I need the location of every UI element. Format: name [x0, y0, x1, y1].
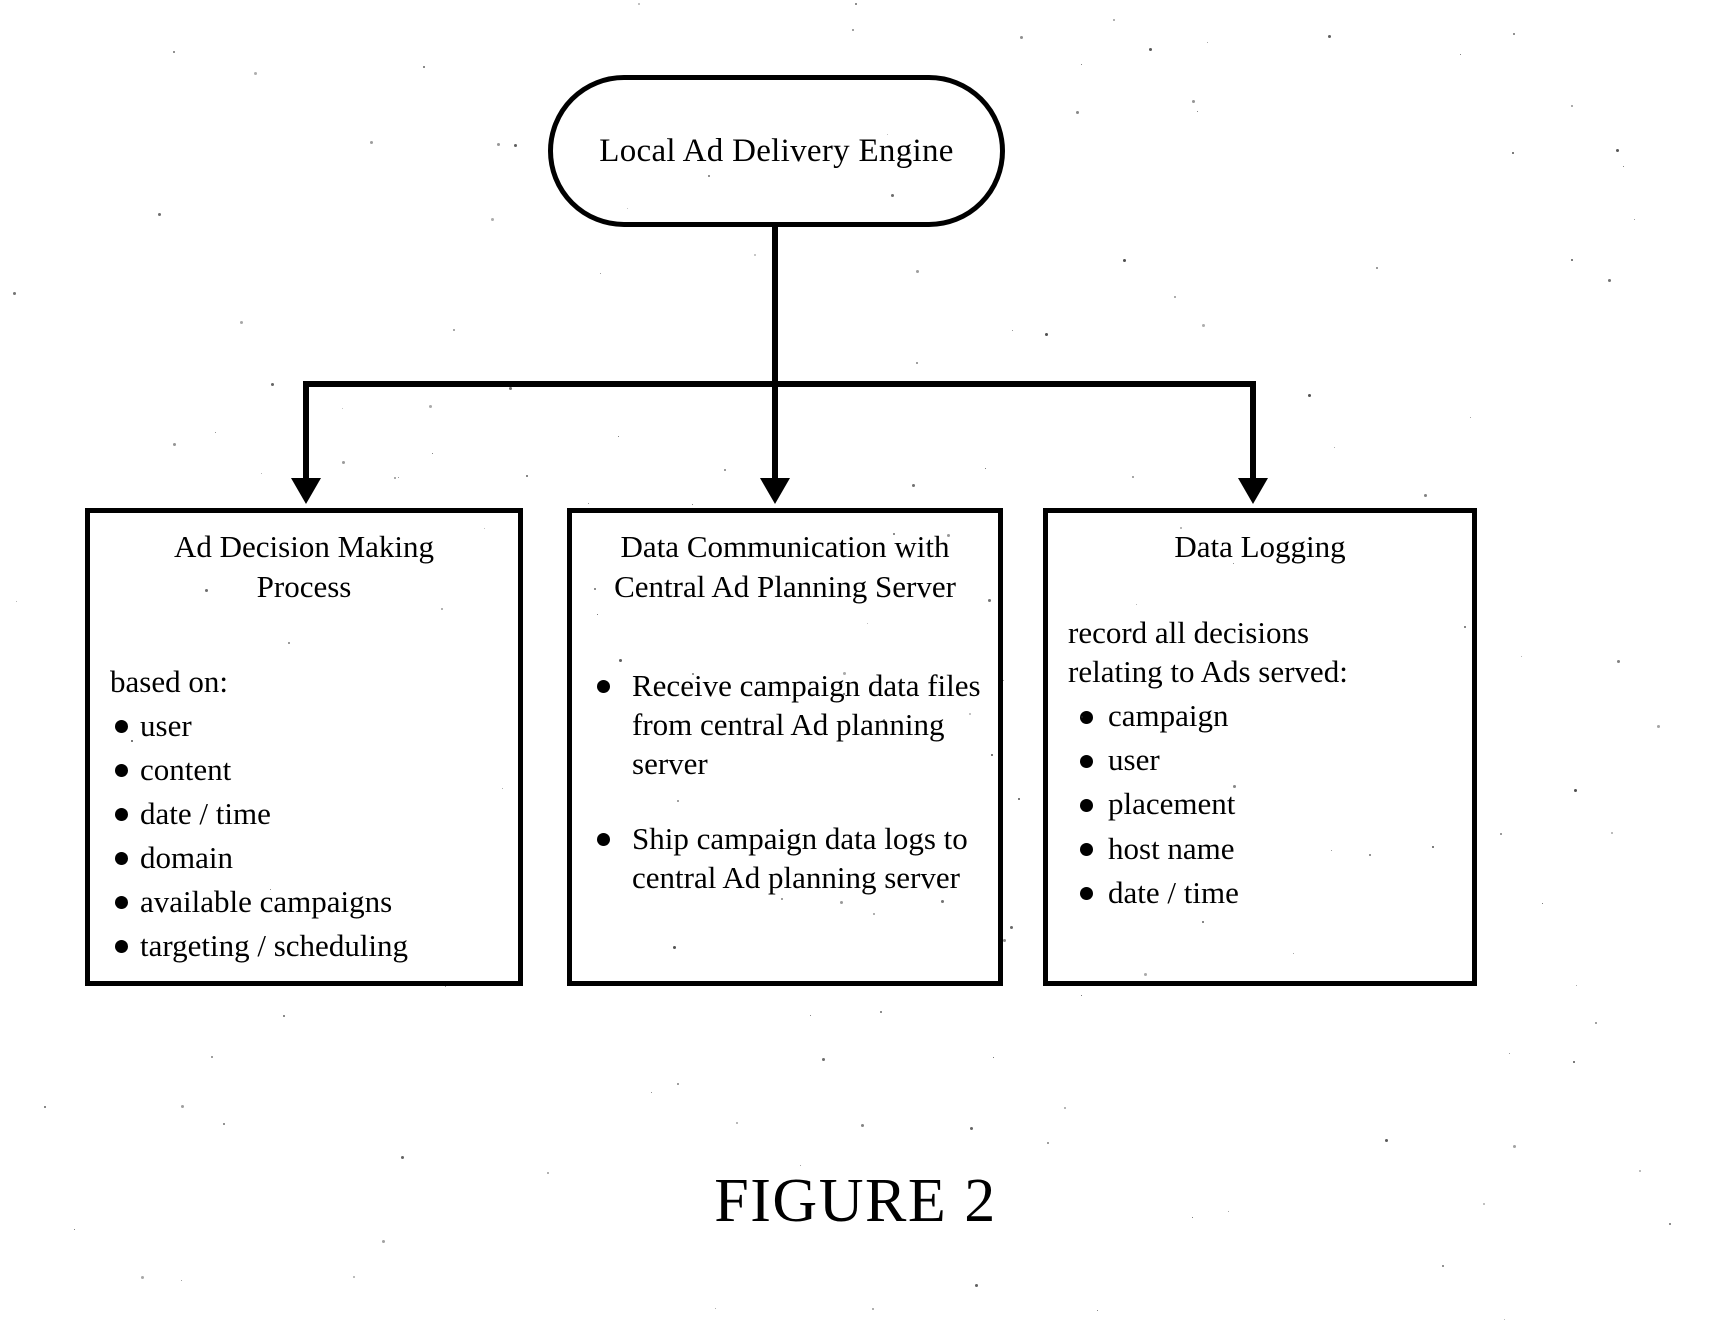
list-item-label: Receive campaign data files from central…: [632, 667, 981, 781]
connector-distribution-bus: [306, 381, 1253, 387]
bullet-dot-icon: [115, 807, 128, 821]
list-item: user: [106, 706, 502, 745]
connector-branch-center: [772, 381, 778, 480]
bullet-dot-icon: [115, 763, 128, 777]
root-node-local-ad-delivery-engine: Local Ad Delivery Engine: [548, 75, 1005, 227]
list-item: available campaigns: [106, 882, 502, 921]
box-title-ad-decision-making-process: Ad Decision Making Process: [106, 527, 502, 608]
figure-caption: FIGURE 2: [714, 1167, 997, 1235]
box-title-line-1: Ad Decision Making: [173, 529, 435, 564]
box-title-line-2: Central Ad Planning Server: [614, 569, 956, 605]
list-item: Ship campaign data logs to central Ad pl…: [588, 819, 982, 897]
box-title-data-communication: Data Communication with Central Ad Plann…: [588, 527, 982, 608]
bullet-dot-icon: [1080, 842, 1093, 856]
bullet-list-decision-factors: user content date / time domain availabl…: [106, 706, 502, 965]
list-item-label: Ship campaign data logs to central Ad pl…: [632, 820, 968, 895]
list-item-label: date / time: [140, 795, 271, 831]
connector-branch-left: [303, 381, 309, 480]
bullet-dot-icon: [115, 719, 128, 733]
list-item-label: placement: [1108, 786, 1236, 822]
box-intro-based-on: based on:: [110, 663, 228, 699]
bullet-dot-icon: [115, 852, 128, 866]
box-intro-line-2: relating to Ads served:: [1068, 654, 1348, 690]
connector-branch-right: [1250, 381, 1256, 480]
list-item-label: domain: [140, 839, 233, 875]
bullet-dot-icon: [597, 832, 610, 846]
root-node-label: Local Ad Delivery Engine: [599, 132, 954, 169]
box-data-logging: Data Logging record all decisions relati…: [1043, 508, 1477, 986]
connector-stem-from-root: [772, 227, 778, 385]
box-title-line-1: Data Logging: [1174, 529, 1346, 564]
list-item-label: available campaigns: [140, 883, 393, 919]
list-item: user: [1064, 740, 1456, 779]
bullet-list-communication-actions: Receive campaign data files from central…: [588, 666, 982, 897]
list-item: placement: [1064, 784, 1456, 823]
figure-page: Local Ad Delivery Engine Ad Decision Mak…: [0, 0, 1711, 1323]
bullet-dot-icon: [1080, 710, 1093, 724]
box-data-communication-with-central-ad-planning-server: Data Communication with Central Ad Plann…: [567, 508, 1003, 986]
list-item-label: targeting / scheduling: [140, 927, 409, 963]
list-item-label: user: [1108, 742, 1160, 778]
list-item: date / time: [106, 794, 502, 833]
list-item: content: [106, 750, 502, 789]
list-item-label: host name: [1108, 830, 1235, 866]
arrowhead-center: [760, 478, 790, 504]
arrowhead-right: [1238, 478, 1268, 504]
bullet-dot-icon: [115, 940, 128, 954]
box-intro-record-all-decisions: record all decisions relating to Ads ser…: [1064, 613, 1456, 691]
list-item-label: campaign: [1108, 698, 1229, 734]
list-item: host name: [1064, 829, 1456, 868]
arrowhead-left: [291, 478, 321, 504]
box-ad-decision-making-process: Ad Decision Making Process based on: use…: [85, 508, 523, 986]
list-item-label: user: [140, 707, 192, 743]
bullet-dot-icon: [1080, 886, 1093, 900]
list-item-label: content: [140, 751, 232, 787]
box-title-line-1: Data Communication with: [620, 529, 950, 564]
box-title-data-logging: Data Logging: [1064, 527, 1456, 567]
bullet-dot-icon: [1080, 754, 1093, 768]
box-title-line-2: Process: [256, 569, 352, 605]
list-item: campaign: [1064, 696, 1456, 735]
box-intro-line-1: record all decisions: [1068, 615, 1310, 651]
bullet-dot-icon: [1080, 798, 1093, 812]
list-item: date / time: [1064, 873, 1456, 912]
list-item: targeting / scheduling: [106, 926, 502, 965]
list-item: domain: [106, 838, 502, 877]
bullet-dot-icon: [597, 679, 610, 693]
list-item-label: date / time: [1108, 874, 1239, 910]
bullet-list-logged-fields: campaign user placement host name date /…: [1064, 696, 1456, 911]
list-item: Receive campaign data files from central…: [588, 666, 982, 783]
bullet-dot-icon: [115, 896, 128, 910]
